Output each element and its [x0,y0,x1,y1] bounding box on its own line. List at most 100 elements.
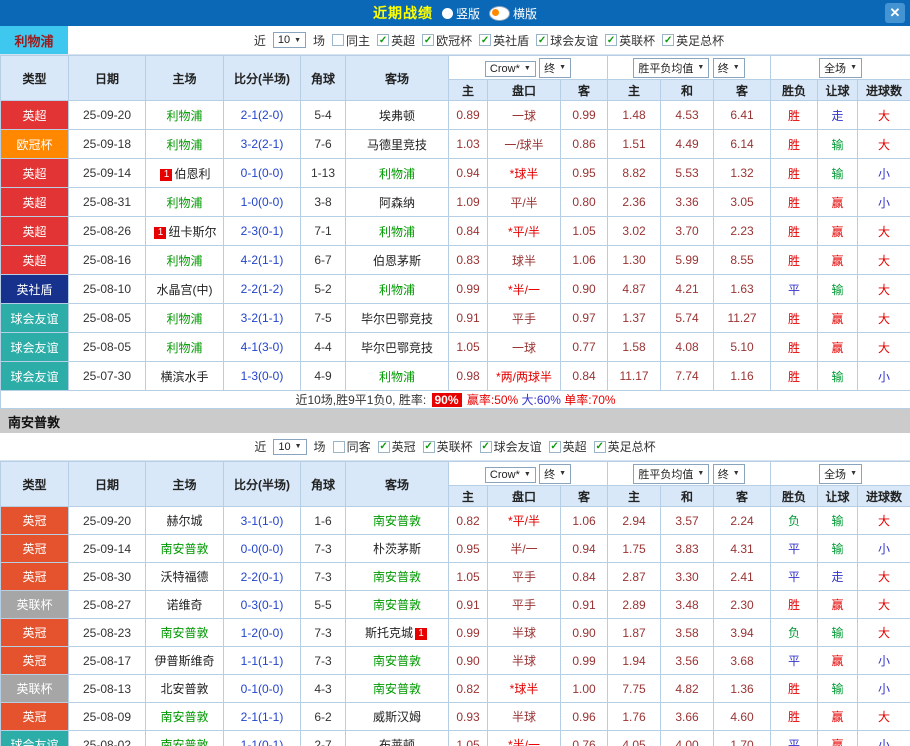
match-score[interactable]: 0-3(0-1) [223,590,301,619]
away-team-name[interactable]: 毕尔巴鄂竞技 [361,341,433,355]
euro-away-header: 客 [713,485,772,507]
league-checkbox[interactable]: ✓ 英超 [377,32,415,49]
home-team-name[interactable]: 赫尔城 [166,514,202,528]
match-score[interactable]: 2-1(2-0) [223,100,301,130]
away-team-name[interactable]: 斯托克城 [365,626,413,640]
match-score[interactable]: 4-1(3-0) [223,332,301,362]
league-checkbox[interactable]: ✓ 英超 [548,438,587,455]
match-score[interactable]: 0-1(0-0) [223,158,301,188]
league-checkbox[interactable]: ✓ 欧冠杯 [422,32,472,49]
home-team-name[interactable]: 南安普敦 [160,710,208,724]
euro-time-select[interactable]: 终 ▼ [712,57,745,78]
away-team-name[interactable]: 南安普敦 [373,682,421,696]
away-team-name[interactable]: 南安普敦 [373,570,421,584]
full-match-select[interactable]: 全场 ▼ [819,463,862,484]
match-date: 25-08-30 [68,562,146,591]
odds-time-select[interactable]: 终 ▼ [539,463,572,484]
corner-count: 7-3 [300,562,346,591]
away-team-name[interactable]: 阿森纳 [379,196,415,210]
league-checkbox[interactable]: ✓ 球会友谊 [536,32,598,49]
away-team-name[interactable]: 利物浦 [379,283,415,297]
euro-time-select[interactable]: 终 ▼ [712,463,745,484]
away-team-name[interactable]: 威斯汉姆 [373,710,421,724]
league-checkbox[interactable]: ✓ 英社盾 [479,32,529,49]
same-venue-checkbox[interactable]: 同客 [332,438,371,455]
home-team-name[interactable]: 利物浦 [166,196,202,210]
match-score[interactable]: 0-0(0-0) [223,534,301,563]
home-team-name[interactable]: 水晶宫(中) [157,283,213,297]
home-team-name[interactable]: 利物浦 [166,341,202,355]
euro-odds-select[interactable]: 胜平负均值 ▼ [633,463,710,484]
home-team-name[interactable]: 利物浦 [166,109,202,123]
away-team-name[interactable]: 朴茨茅斯 [373,542,421,556]
table-row: 英超 25-08-16 利物浦 4-2(1-1) 6-7 伯恩茅斯 0.83 球半 1.06 1.… [0,245,910,275]
layout-radio-horizontal[interactable]: 横版 [489,5,537,22]
home-team-name[interactable]: 南安普敦 [160,738,208,746]
close-button[interactable]: ✕ [885,3,905,23]
match-count-select[interactable]: 10 ▼ [273,438,307,455]
table-row: 英冠 25-08-09 南安普敦 2-1(1-1) 6-2 威斯汉姆 0.93 半球 0.96 1… [0,702,910,731]
match-count-select[interactable]: 10 ▼ [272,32,307,48]
result-handicap: 赢 [817,303,859,333]
checkbox-unchecked-icon [332,34,345,46]
match-score[interactable]: 3-2(2-1) [223,129,301,159]
home-team-name[interactable]: 南安普敦 [160,626,208,640]
match-score[interactable]: 2-2(1-2) [223,274,301,304]
euro-home-odds: 1.30 [607,245,662,275]
match-score[interactable]: 1-1(0-1) [223,730,301,746]
odds-time-select[interactable]: 终 ▼ [539,57,572,78]
table-row: 英冠 25-08-17 伊普斯维奇 1-1(1-1) 7-3 南安普敦 0.90 半球 0.99… [0,646,910,675]
away-team-name[interactable]: 毕尔巴鄂竞技 [361,312,433,326]
match-score[interactable]: 4-2(1-1) [223,245,301,275]
asian-odds-selects: Crow* ▼ 终 ▼ [447,461,609,486]
away-team-cell: 南安普敦 [345,646,449,675]
match-score[interactable]: 2-2(0-1) [223,562,301,591]
match-score[interactable]: 2-1(1-1) [223,702,301,731]
home-team-name[interactable]: 伊普斯维奇 [154,654,214,668]
euro-odds-select[interactable]: 胜平负均值 ▼ [633,57,710,78]
match-score[interactable]: 1-0(0-0) [223,187,301,217]
asian-away-odds: 0.95 [559,158,609,188]
same-venue-checkbox[interactable]: 同主 [332,32,370,49]
league-checkbox[interactable]: ✓ 英足总杯 [662,32,724,49]
home-team-name[interactable]: 伯恩利 [174,167,210,181]
match-score[interactable]: 3-1(1-0) [223,506,301,535]
match-score[interactable]: 2-3(0-1) [223,216,301,246]
home-team-name[interactable]: 利物浦 [166,138,202,152]
league-checkbox[interactable]: ✓ 英联杯 [605,32,655,49]
away-team-name[interactable]: 利物浦 [379,167,415,181]
home-team-name[interactable]: 利物浦 [166,254,202,268]
match-score[interactable]: 1-2(0-0) [223,618,301,647]
away-team-name[interactable]: 南安普敦 [373,654,421,668]
home-team-name[interactable]: 横滨水手 [160,370,208,384]
odds-provider-select[interactable]: Crow* ▼ [484,60,536,77]
away-team-name[interactable]: 利物浦 [379,370,415,384]
layout-radio-vertical[interactable]: 竖版 [441,5,480,22]
away-team-name[interactable]: 利物浦 [379,225,415,239]
home-team-name[interactable]: 纽卡斯尔 [168,225,216,239]
away-team-name[interactable]: 南安普敦 [373,598,421,612]
home-team-name[interactable]: 北安普敦 [160,682,208,696]
away-team-name[interactable]: 南安普敦 [373,514,421,528]
league-checkbox[interactable]: ✓ 英冠 [377,438,416,455]
away-team-name[interactable]: 马德里竞技 [367,138,427,152]
home-team-name[interactable]: 利物浦 [166,312,202,326]
away-team-name[interactable]: 埃弗顿 [379,109,415,123]
match-score[interactable]: 1-1(1-1) [223,646,301,675]
full-match-select[interactable]: 全场 ▼ [819,57,862,78]
home-team-name[interactable]: 诺维奇 [166,598,202,612]
odds-provider-select[interactable]: Crow* ▼ [484,466,536,483]
league-checkbox[interactable]: ✓ 球会友谊 [479,438,542,455]
match-score[interactable]: 3-2(1-1) [223,303,301,333]
home-team-name[interactable]: 南安普敦 [160,542,208,556]
match-score[interactable]: 1-3(0-0) [223,361,301,391]
away-team-name[interactable]: 伯恩茅斯 [373,254,421,268]
away-team-name[interactable]: 布莱顿 [379,738,415,746]
select-value: Crow* [489,62,520,75]
league-checkbox[interactable]: ✓ 英联杯 [422,438,473,455]
league-checkbox[interactable]: ✓ 英足总杯 [593,438,656,455]
home-team-cell: 南安普敦 [145,534,224,563]
home-team-name[interactable]: 沃特福德 [160,570,208,584]
match-score[interactable]: 0-1(0-0) [223,674,301,703]
euro-home-odds: 1.94 [607,646,662,675]
